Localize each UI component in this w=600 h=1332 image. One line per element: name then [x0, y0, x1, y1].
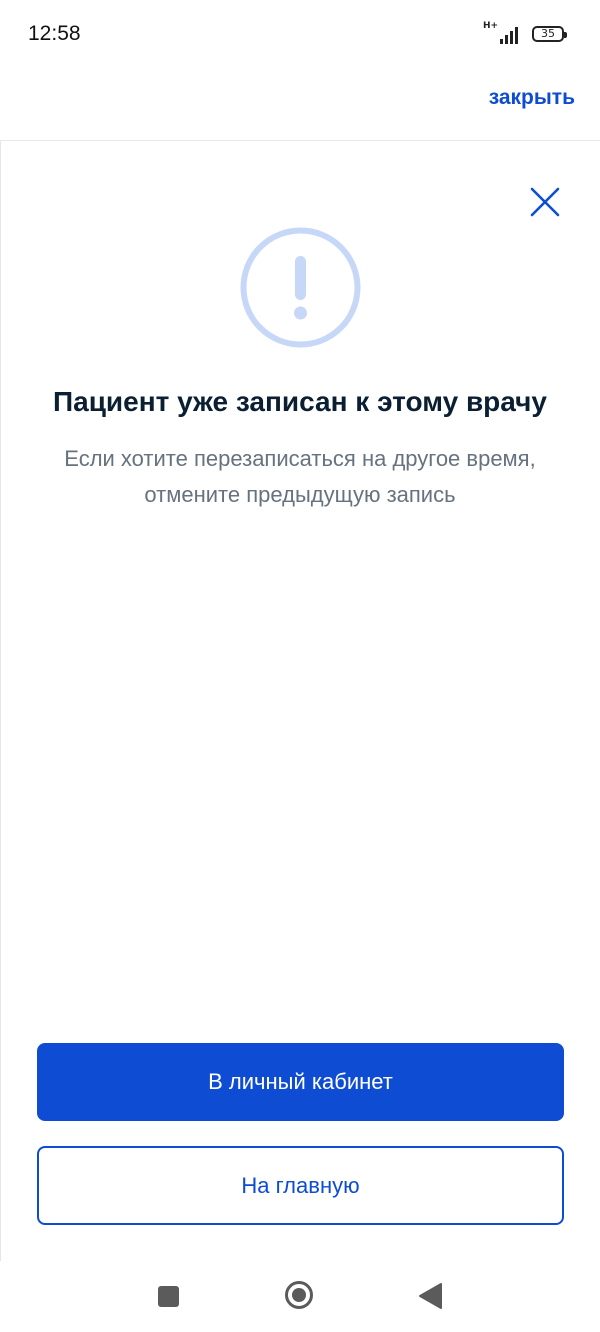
back-icon[interactable]: [418, 1282, 442, 1310]
system-nav-bar: [0, 1262, 600, 1332]
exclamation-circle-icon: [240, 227, 361, 348]
status-bar: 12:58 H+ 35: [0, 0, 600, 70]
close-icon[interactable]: [528, 185, 562, 219]
dialog-message-line-1: Если хотите перезаписаться на другое вре…: [64, 446, 536, 471]
status-time: 12:58: [28, 22, 81, 45]
home-circle-icon[interactable]: [284, 1280, 314, 1310]
top-bar: закрыть: [0, 70, 600, 141]
dialog-title: Пациент уже записан к этому врачу: [53, 386, 547, 417]
signal-icon: [500, 27, 518, 44]
dialog-message-line-2: отмените предыдущую запись: [144, 482, 456, 507]
recent-apps-icon[interactable]: [158, 1286, 179, 1307]
close-link[interactable]: закрыть: [489, 86, 575, 110]
dialog-message: Если хотите перезаписаться на другое вре…: [30, 441, 570, 513]
battery-icon: 35: [532, 26, 567, 42]
personal-account-button[interactable]: В личный кабинет: [37, 1043, 564, 1121]
network-type-label: H+: [483, 21, 499, 31]
home-button[interactable]: На главную: [37, 1146, 564, 1225]
status-icons: H+ 35: [483, 21, 567, 48]
